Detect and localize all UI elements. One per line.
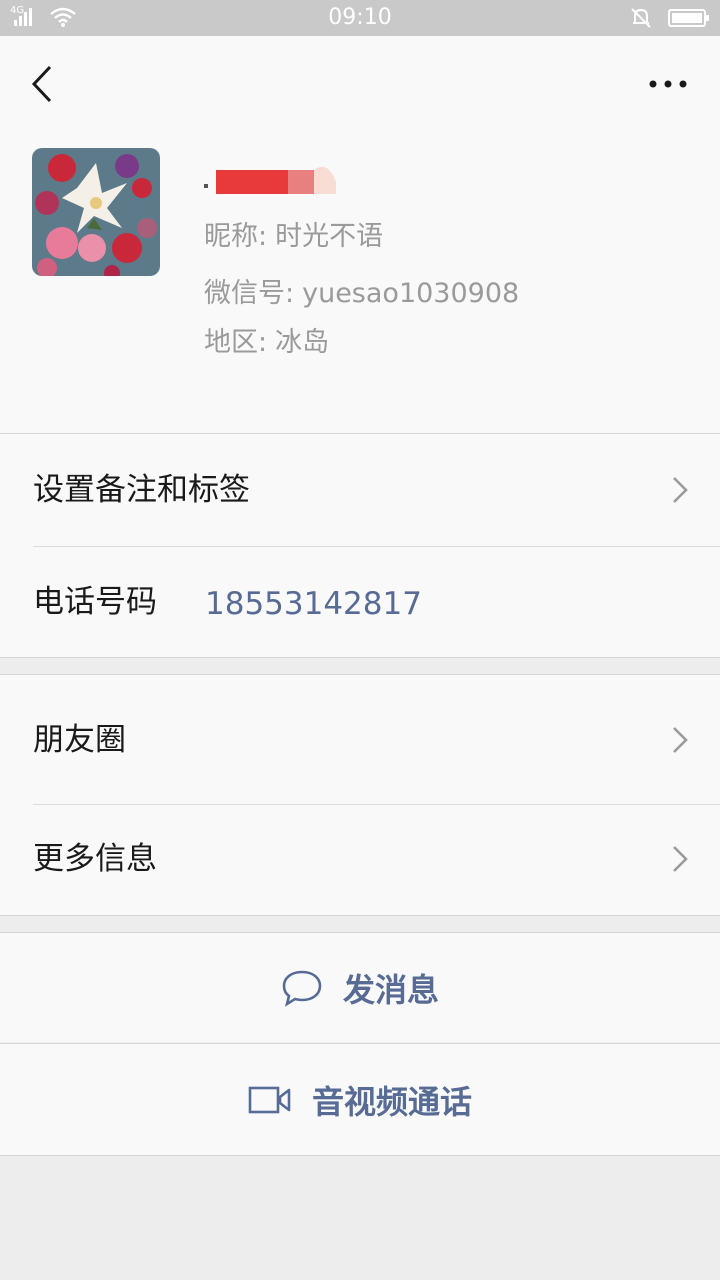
back-arrow-icon	[31, 65, 52, 103]
phone-row[interactable]: 电话号码 18553142817	[0, 547, 720, 657]
wechat-id-label: 微信号:	[204, 278, 295, 309]
video-camera-icon	[248, 1086, 291, 1113]
region-value: 冰岛	[275, 327, 330, 358]
flower-bouquet-image	[32, 148, 160, 276]
video-call-label: 音视频通话	[311, 1082, 472, 1121]
moments-label: 朋友圈	[33, 722, 126, 758]
redaction-mark	[204, 166, 336, 194]
mute-bell-icon	[631, 8, 651, 28]
back-button[interactable]	[20, 60, 64, 108]
moments-row[interactable]: 朋友圈	[0, 675, 720, 804]
status-bar: 4G 09:10	[0, 0, 720, 36]
chevron-right-icon	[673, 727, 688, 753]
status-time: 09:10	[328, 5, 392, 30]
wechat-id-line: 微信号: yuesao1030908	[204, 276, 519, 312]
region-label: 地区:	[204, 327, 268, 358]
remark-tags-label: 设置备注和标签	[33, 472, 250, 508]
region-line: 地区: 冰岛	[204, 325, 329, 361]
contact-settings-section: 设置备注和标签 电话号码 18553142817	[0, 433, 720, 658]
profile-header: 昵称: 时光不语 微信号: yuesao1030908 地区: 冰岛	[0, 36, 720, 434]
status-right-icons	[629, 6, 712, 30]
chat-bubble-icon	[282, 970, 322, 1007]
more-info-label: 更多信息	[33, 841, 157, 877]
wechat-id-value: yuesao1030908	[302, 278, 520, 309]
nickname-label: 昵称:	[204, 221, 268, 252]
video-call-button[interactable]: 音视频通话	[0, 1043, 720, 1156]
phone-label: 电话号码	[33, 584, 157, 620]
avatar[interactable]	[32, 148, 160, 276]
more-dots-icon	[649, 80, 687, 88]
send-message-button[interactable]: 发消息	[0, 932, 720, 1042]
name-redaction	[204, 160, 344, 194]
more-button[interactable]	[640, 66, 696, 102]
nickname-line: 昵称: 时光不语	[204, 219, 383, 255]
nickname-value: 时光不语	[275, 221, 384, 252]
send-message-label: 发消息	[342, 970, 439, 1009]
remark-tags-row[interactable]: 设置备注和标签	[0, 434, 720, 546]
battery-icon	[668, 9, 709, 27]
chevron-right-icon	[673, 846, 688, 872]
phone-value[interactable]: 18553142817	[205, 584, 422, 624]
more-info-row[interactable]: 更多信息	[0, 805, 720, 915]
chevron-right-icon	[673, 477, 688, 503]
social-section: 朋友圈 更多信息	[0, 674, 720, 916]
